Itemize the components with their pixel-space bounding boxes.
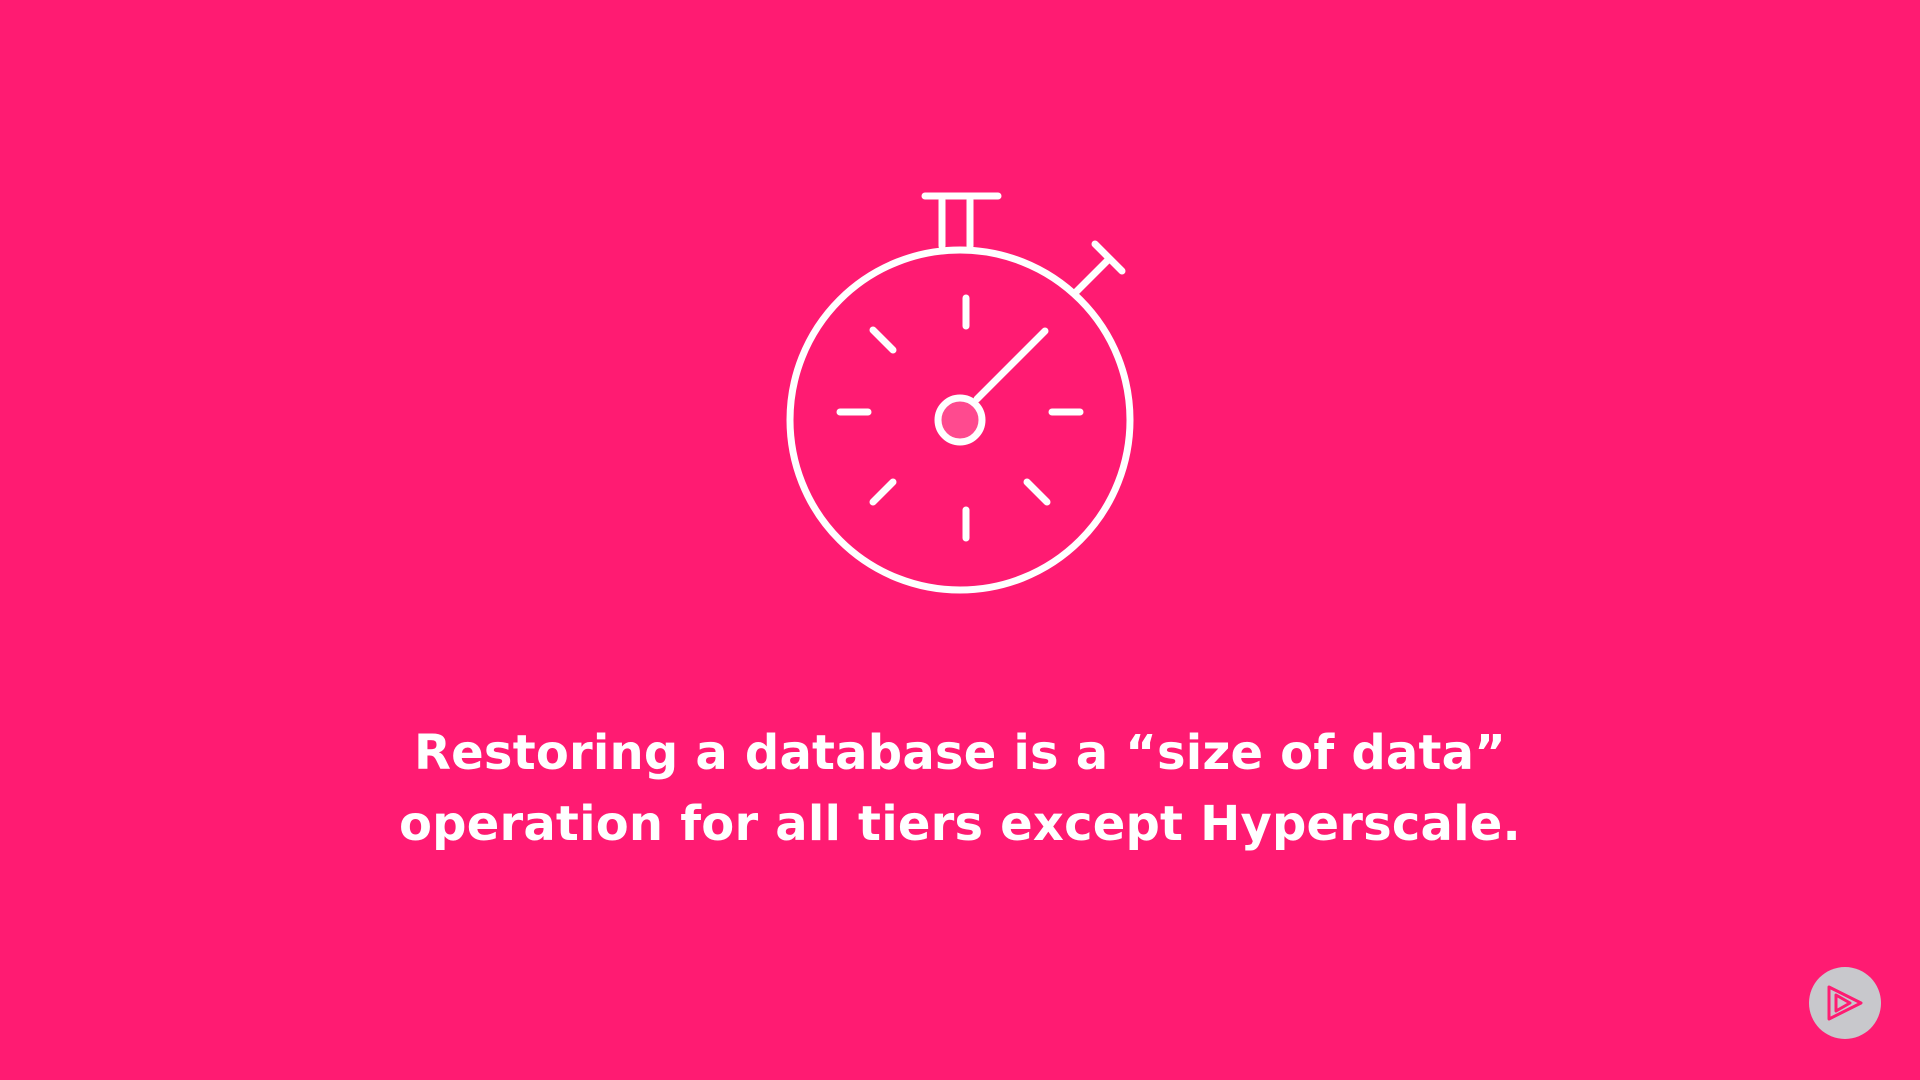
play-logo-icon [1809,967,1881,1039]
slide: Restoring a database is a “size of data”… [0,0,1920,1080]
stopwatch-icon [786,192,1134,594]
caption-line-2: operation for all tiers except Hyperscal… [398,796,1521,852]
caption-line-1: Restoring a database is a “size of data” [414,725,1506,781]
slide-caption: Restoring a database is a “size of data”… [0,718,1920,860]
